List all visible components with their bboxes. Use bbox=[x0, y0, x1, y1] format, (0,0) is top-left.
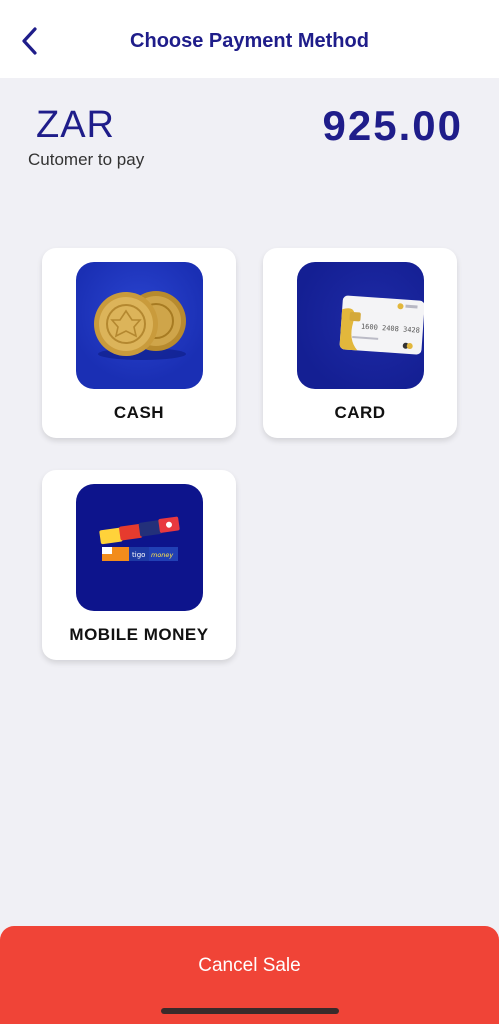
mobile-money-tile: tigo money bbox=[76, 484, 203, 611]
amount-due: 925.00 bbox=[322, 102, 463, 149]
mobile-money-image: tigo money bbox=[99, 516, 180, 561]
credit-card-image: 1600 2408 3428 2352 bbox=[339, 295, 424, 355]
svg-text:money: money bbox=[151, 551, 173, 559]
cancel-sale-label: Cancel Sale bbox=[198, 955, 301, 976]
page-title: Choose Payment Method bbox=[130, 30, 369, 52]
cash-label: CASH bbox=[113, 403, 165, 422]
coins-image bbox=[94, 291, 186, 360]
payment-option-cash[interactable]: CASH bbox=[42, 248, 236, 438]
mobile-money-label: MOBILE MONEY bbox=[69, 625, 209, 644]
svg-text:tigo: tigo bbox=[132, 551, 145, 559]
currency-code: ZAR bbox=[36, 104, 115, 146]
amount-caption: Cutomer to pay bbox=[28, 150, 145, 169]
cash-tile bbox=[76, 262, 203, 389]
payment-option-card[interactable]: 1600 2408 3428 2352 CARD bbox=[263, 248, 457, 438]
card-tile: 1600 2408 3428 2352 bbox=[297, 262, 424, 389]
card-label: CARD bbox=[334, 403, 386, 422]
home-indicator bbox=[161, 1008, 339, 1014]
payment-option-mobile-money[interactable]: tigo money MOBILE MONEY bbox=[42, 470, 236, 660]
app-header: Choose Payment Method bbox=[0, 0, 499, 78]
